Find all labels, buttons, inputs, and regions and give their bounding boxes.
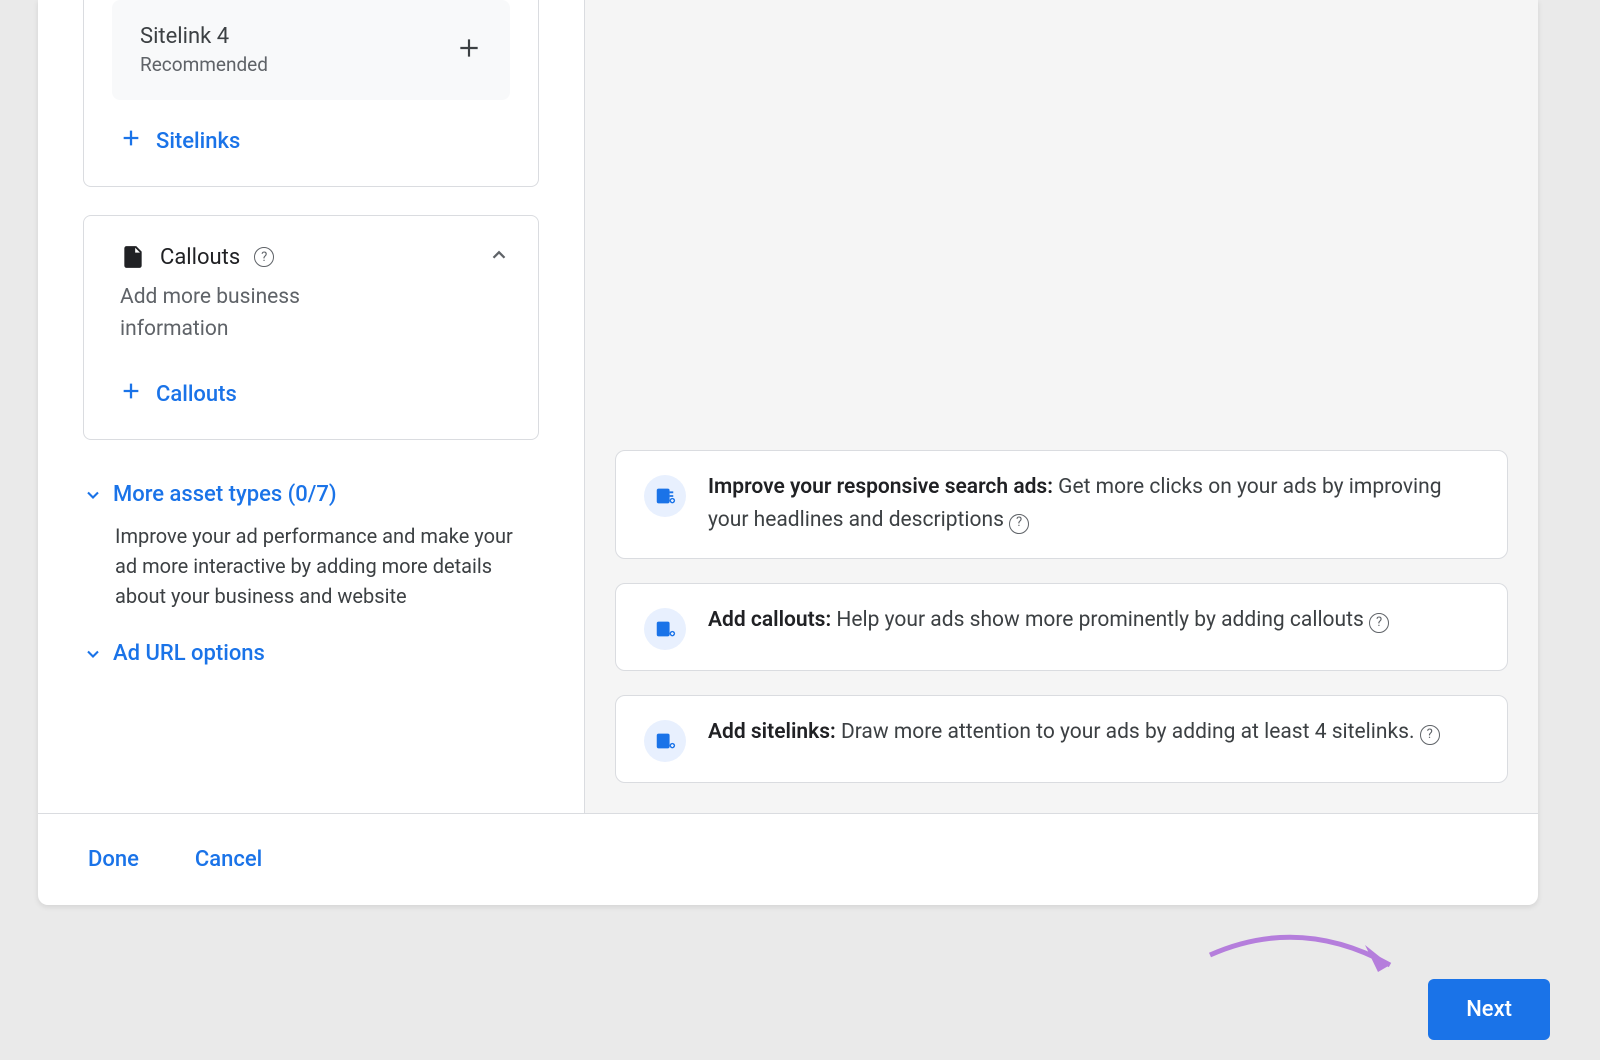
- more-asset-types-label: More asset types (0/7): [113, 482, 337, 507]
- plus-icon: [120, 379, 142, 409]
- suggestion-text: Add sitelinks: Draw more attention to yo…: [708, 716, 1440, 750]
- chevron-down-icon: [83, 644, 103, 664]
- callouts-title: Callouts: [160, 245, 240, 270]
- sitelink-4-item[interactable]: Sitelink 4 Recommended: [112, 0, 510, 100]
- suggestion-icon: [644, 720, 686, 762]
- content-row: Sitelink 4 Recommended Sitelinks: [38, 0, 1538, 813]
- add-sitelinks-button[interactable]: Sitelinks: [84, 100, 538, 186]
- suggestion-text: Improve your responsive search ads: Get …: [708, 471, 1479, 538]
- sitelink-4-title: Sitelink 4: [140, 24, 268, 49]
- sitelink-4-subtitle: Recommended: [140, 53, 268, 76]
- add-callouts-button[interactable]: Callouts: [84, 353, 538, 439]
- left-panel: Sitelink 4 Recommended Sitelinks: [38, 0, 585, 813]
- help-icon[interactable]: ?: [1420, 725, 1440, 745]
- plus-icon: [120, 126, 142, 156]
- ad-url-options-toggle[interactable]: Ad URL options: [83, 627, 539, 676]
- callouts-card: Callouts ? Add more business information…: [83, 215, 539, 440]
- next-button[interactable]: Next: [1428, 979, 1550, 1040]
- suggestion-icon: [644, 475, 686, 517]
- arrow-annotation: [1200, 920, 1420, 1000]
- chevron-down-icon: [83, 485, 103, 505]
- add-callouts-label: Callouts: [156, 382, 237, 407]
- callouts-header[interactable]: Callouts ? Add more business information: [84, 216, 538, 353]
- suggestion-add-callouts[interactable]: Add callouts: Help your ads show more pr…: [615, 583, 1508, 671]
- callouts-desc: Add more business information: [120, 282, 370, 345]
- sitelink-4-text: Sitelink 4 Recommended: [140, 24, 268, 76]
- plus-icon[interactable]: [456, 31, 482, 69]
- help-icon[interactable]: ?: [1369, 613, 1389, 633]
- suggestion-icon: [644, 608, 686, 650]
- more-asset-types-toggle[interactable]: More asset types (0/7): [83, 468, 539, 517]
- main-card: Sitelink 4 Recommended Sitelinks: [38, 0, 1538, 905]
- suggestion-add-sitelinks[interactable]: Add sitelinks: Draw more attention to yo…: [615, 695, 1508, 783]
- ad-url-options-label: Ad URL options: [113, 641, 265, 666]
- footer-bar: Done Cancel: [38, 813, 1538, 905]
- sitelinks-card: Sitelink 4 Recommended Sitelinks: [83, 0, 539, 187]
- help-icon[interactable]: ?: [254, 247, 274, 267]
- document-icon: [120, 244, 146, 270]
- chevron-up-icon[interactable]: [488, 244, 510, 271]
- done-button[interactable]: Done: [88, 847, 139, 872]
- cancel-button[interactable]: Cancel: [195, 847, 262, 872]
- help-icon[interactable]: ?: [1009, 514, 1029, 534]
- suggestion-text: Add callouts: Help your ads show more pr…: [708, 604, 1389, 638]
- more-asset-types-desc: Improve your ad performance and make you…: [83, 517, 539, 627]
- right-panel: Improve your responsive search ads: Get …: [585, 0, 1538, 813]
- add-sitelinks-label: Sitelinks: [156, 129, 240, 154]
- suggestion-improve-ads[interactable]: Improve your responsive search ads: Get …: [615, 450, 1508, 559]
